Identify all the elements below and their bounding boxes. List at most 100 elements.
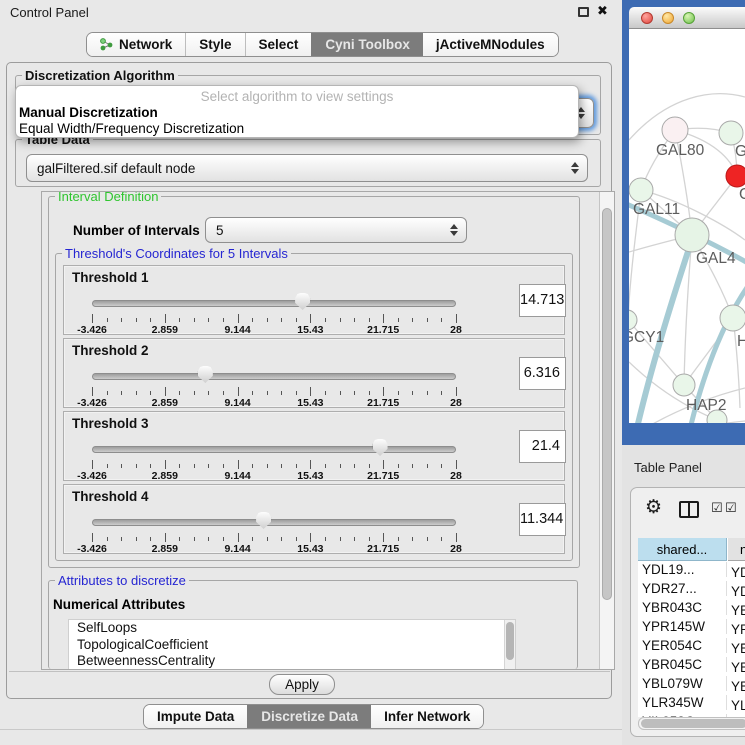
- slider-thumb-icon[interactable]: [373, 439, 388, 456]
- gear-icon[interactable]: ⚙: [645, 496, 662, 519]
- table-row[interactable]: YPR145WYPR1: [638, 619, 745, 638]
- slider-thumb-icon[interactable]: [256, 512, 271, 529]
- threshold-value-field[interactable]: 21.4: [519, 430, 566, 463]
- scrollbar-thumb[interactable]: [506, 622, 514, 660]
- tab-impute-data[interactable]: Impute Data: [144, 705, 247, 728]
- column-header-name[interactable]: n: [728, 538, 745, 561]
- network-node[interactable]: [720, 305, 745, 331]
- checkbox-icon[interactable]: ☑: [711, 500, 723, 516]
- cell-shared-name[interactable]: YDL19...: [638, 562, 727, 577]
- threshold-slider[interactable]: -3.4262.8599.14415.4321.71528: [92, 288, 456, 334]
- threshold-panel: Threshold 2 -3.4262.8599.14415.4321.71528…: [63, 338, 565, 408]
- cell-name[interactable]: YBL0: [727, 679, 745, 694]
- tab-cyni-toolbox[interactable]: Cyni Toolbox: [311, 33, 423, 56]
- zoom-traffic-light-icon[interactable]: [683, 12, 695, 24]
- tab-infer-network[interactable]: Infer Network: [371, 705, 483, 728]
- close-traffic-light-icon[interactable]: [641, 12, 653, 24]
- table-row[interactable]: YBL079WYBL0: [638, 676, 745, 695]
- table-row[interactable]: YDR27...YDR2: [638, 581, 745, 600]
- threshold-value-field[interactable]: 14.713: [519, 284, 566, 317]
- cell-name[interactable]: YPR1: [727, 622, 745, 637]
- divider: [0, 729, 622, 730]
- cell-name[interactable]: YBR0: [727, 660, 745, 675]
- threshold-value-field[interactable]: 6.316: [519, 357, 566, 390]
- network-node[interactable]: [675, 218, 709, 252]
- threshold-label: Threshold 2: [72, 343, 149, 358]
- network-node[interactable]: [662, 117, 688, 143]
- cell-shared-name[interactable]: YBR045C: [638, 657, 727, 672]
- threshold-rows: Threshold 1-3.4262.8599.14415.4321.71528…: [63, 265, 565, 557]
- network-node[interactable]: [629, 310, 637, 330]
- threshold-slider[interactable]: -3.4262.8599.14415.4321.71528: [92, 507, 456, 553]
- network-node[interactable]: [629, 178, 653, 202]
- table-row[interactable]: YER054CYER0: [638, 638, 745, 657]
- slider-thumb-icon[interactable]: [295, 293, 310, 310]
- table-row[interactable]: YLR345WYLR3: [638, 695, 745, 714]
- checkbox-icon[interactable]: ☑: [725, 500, 737, 516]
- slider-track[interactable]: [92, 300, 456, 307]
- cell-name[interactable]: YLR3: [727, 698, 745, 713]
- float-window-icon[interactable]: [578, 7, 589, 17]
- cell-shared-name[interactable]: YER054C: [638, 638, 727, 653]
- cell-shared-name[interactable]: YBL079W: [638, 676, 727, 691]
- cell-shared-name[interactable]: YDR27...: [638, 581, 727, 596]
- table-row[interactable]: YBR045CYBR0: [638, 657, 745, 676]
- network-window-titlebar[interactable]: [629, 7, 745, 29]
- network-canvas-container[interactable]: GAL80GACGAL11GAL4GCY1HHAP2: [629, 29, 745, 423]
- column-header-shared-name[interactable]: shared...: [638, 538, 727, 561]
- slider-track[interactable]: [92, 519, 456, 526]
- cell-shared-name[interactable]: YPR145W: [638, 619, 727, 634]
- threshold-value-field[interactable]: 11.344: [519, 503, 566, 536]
- network-canvas[interactable]: GAL80GACGAL11GAL4GCY1HHAP2: [629, 29, 745, 423]
- combo-value: 5: [216, 223, 224, 238]
- node-label: GAL11: [633, 201, 680, 218]
- close-icon[interactable]: ✖: [597, 3, 608, 19]
- divider: [9, 671, 610, 672]
- network-edge[interactable]: [629, 421, 745, 423]
- attribute-list-item[interactable]: BetweennessCentrality: [69, 653, 515, 670]
- slider-thumb-icon[interactable]: [198, 366, 213, 383]
- list-scrollbar[interactable]: [504, 620, 515, 670]
- table-row[interactable]: YBR043CYBR0: [638, 600, 745, 619]
- vertical-scrollbar[interactable]: [599, 192, 614, 669]
- slider-track[interactable]: [92, 373, 456, 380]
- dropdown-option-equal-width[interactable]: Equal Width/Frequency Discretization: [19, 121, 244, 136]
- attribute-list-item[interactable]: TopologicalCoefficient: [69, 637, 515, 654]
- threshold-slider[interactable]: -3.4262.8599.14415.4321.71528: [92, 434, 456, 480]
- cell-name[interactable]: YBR0: [727, 603, 745, 618]
- network-edge[interactable]: [733, 318, 740, 408]
- tab-style[interactable]: Style: [185, 33, 244, 56]
- num-intervals-combobox[interactable]: 5: [205, 217, 467, 243]
- table-row[interactable]: YDL19...YDL1: [638, 562, 745, 581]
- tab-jactivemnodules[interactable]: jActiveMNodules: [423, 33, 558, 56]
- tab-discretize-data[interactable]: Discretize Data: [247, 705, 371, 728]
- scrollbar-thumb[interactable]: [602, 208, 612, 600]
- cell-shared-name[interactable]: YLR345W: [638, 695, 727, 710]
- numerical-attributes-list[interactable]: SelfLoopsTopologicalCoefficientBetweenne…: [68, 619, 516, 670]
- numerical-attributes-label: Numerical Attributes: [53, 597, 185, 612]
- table-header: shared... n: [638, 538, 745, 561]
- columns-icon[interactable]: [679, 501, 699, 518]
- dropdown-option-manual[interactable]: Manual Discretization: [19, 105, 158, 120]
- cell-shared-name[interactable]: YBR043C: [638, 600, 727, 615]
- group-title: Attributes to discretize: [55, 573, 189, 588]
- tab-network[interactable]: Network: [87, 33, 185, 56]
- minimize-traffic-light-icon[interactable]: [662, 12, 674, 24]
- horizontal-scrollbar[interactable]: [638, 717, 745, 730]
- threshold-slider[interactable]: -3.4262.8599.14415.4321.71528: [92, 361, 456, 407]
- scrollbar-thumb[interactable]: [641, 719, 745, 728]
- cell-name[interactable]: YDL1: [727, 565, 745, 580]
- cell-name[interactable]: YER0: [727, 641, 745, 656]
- network-node[interactable]: [719, 121, 743, 145]
- table-data-combobox[interactable]: galFiltered.sif default node: [26, 154, 588, 182]
- threshold-panel: Threshold 3-3.4262.8599.14415.4321.71528…: [63, 411, 565, 481]
- slider-track[interactable]: [92, 446, 456, 453]
- attribute-list-item[interactable]: SelfLoops: [69, 620, 515, 637]
- control-panel-tabbar: Network Style Select Cyni Toolbox jActiv…: [86, 32, 559, 57]
- tab-select[interactable]: Select: [245, 33, 312, 56]
- network-node[interactable]: [726, 165, 745, 187]
- apply-button[interactable]: Apply: [269, 674, 335, 695]
- settings-scrollpane: Interval Definition Number of Intervals …: [41, 191, 615, 670]
- cell-name[interactable]: YDR2: [727, 584, 745, 599]
- network-node[interactable]: [673, 374, 695, 396]
